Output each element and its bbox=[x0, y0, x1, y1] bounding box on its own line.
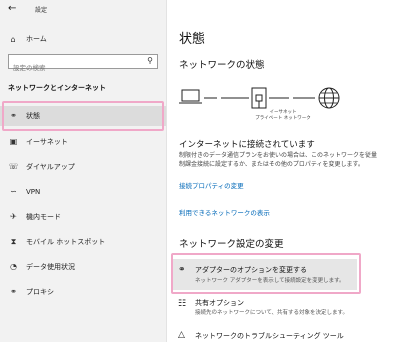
section-title: ネットワークとインターネット bbox=[8, 84, 106, 92]
sharing-options-button[interactable]: ☷ 共有オプション 接続先のネットワークについて、共有する対象を決定します。 bbox=[173, 296, 357, 320]
sidebar-item-label: イーサネット bbox=[26, 138, 68, 146]
connection-description-line2: 制課金接続に設定するか、またはその他のプロパティを変更します。 bbox=[179, 161, 364, 168]
home-label: ホーム bbox=[26, 35, 47, 43]
network-profile: プライベート ネットワーク bbox=[255, 116, 311, 121]
ethernet-icon: ▣ bbox=[9, 137, 18, 146]
adapter-highlight-frame bbox=[171, 253, 361, 294]
page-title: 状態 bbox=[179, 32, 206, 47]
search-icon[interactable]: ⚲ bbox=[147, 56, 153, 65]
ethernet-port-icon bbox=[251, 87, 267, 109]
troubleshooter-title: ネットワークのトラブルシューティング ツール bbox=[195, 332, 344, 340]
sidebar-item-label: プロキシ bbox=[26, 288, 54, 296]
sidebar-item-label: ダイヤルアップ bbox=[26, 163, 75, 171]
status-highlight-frame bbox=[2, 101, 164, 131]
show-available-networks-link[interactable]: 利用できるネットワークの表示 bbox=[179, 207, 270, 217]
network-label: イーサネット プライベート ネットワーク bbox=[238, 110, 328, 122]
network-status-heading: ネットワークの状態 bbox=[179, 60, 265, 71]
connection-status: インターネットに接続されています bbox=[179, 140, 315, 150]
connection-description-line1: 制限付きのデータ通信プランをお使いの場合は、このネットワークを従量 bbox=[179, 152, 378, 159]
sidebar-item-ethernet[interactable]: ▣ イーサネット bbox=[0, 132, 166, 152]
sidebar-item-mobile-hotspot[interactable]: ⧗ モバイル ホットスポット bbox=[0, 232, 166, 252]
home-icon: ⌂ bbox=[10, 34, 16, 44]
sidebar-item-proxy[interactable]: ⚭ プロキシ bbox=[0, 282, 166, 302]
troubleshooter-button[interactable]: △ ネットワークのトラブルシューティング ツール bbox=[173, 327, 357, 342]
sidebar-item-vpn[interactable]: ∽ VPN bbox=[0, 182, 166, 202]
sharing-icon: ☷ bbox=[178, 299, 187, 309]
sidebar-item-label: データ使用状況 bbox=[26, 263, 75, 271]
back-arrow-icon[interactable]: ← bbox=[8, 3, 16, 14]
search-box[interactable]: ⚲ bbox=[8, 54, 158, 75]
search-input[interactable] bbox=[9, 61, 139, 75]
internet-globe-icon bbox=[318, 87, 340, 109]
sidebar-item-airplane-mode[interactable]: ✈ 機内モード bbox=[0, 207, 166, 227]
sharing-options-title: 共有オプション bbox=[195, 299, 244, 307]
network-settings-heading: ネットワーク設定の変更 bbox=[179, 239, 284, 250]
sidebar-item-label: 機内モード bbox=[26, 213, 61, 221]
sidebar-item-label: モバイル ホットスポット bbox=[26, 238, 106, 246]
title-bar: ← 設定 bbox=[0, 0, 167, 20]
globe-icon: ⚭ bbox=[10, 287, 17, 296]
app-title: 設定 bbox=[35, 7, 48, 14]
sidebar: ← 設定 ⌂ ホーム ⚲ ネットワークとインターネット ⚭ 状態 ▣ イーサネッ… bbox=[0, 0, 167, 342]
sidebar-item-dialup[interactable]: ☏ ダイヤルアップ bbox=[0, 157, 166, 177]
main-content: 状態 ネットワークの状態 イーサネット プライベート ネットワーク インターネッ… bbox=[168, 0, 400, 342]
change-connection-properties-link[interactable]: 接続プロパティの変更 bbox=[179, 180, 244, 190]
computer-icon bbox=[179, 89, 202, 104]
phone-icon: ☏ bbox=[8, 162, 19, 171]
warning-icon: △ bbox=[178, 330, 185, 340]
hotspot-icon: ⧗ bbox=[10, 237, 17, 246]
data-usage-icon: ◔ bbox=[10, 262, 17, 271]
airplane-icon: ✈ bbox=[10, 212, 17, 221]
sidebar-item-label: VPN bbox=[26, 188, 41, 196]
sidebar-item-home[interactable]: ⌂ ホーム bbox=[8, 33, 47, 45]
sidebar-item-data-usage[interactable]: ◔ データ使用状況 bbox=[0, 257, 166, 277]
sharing-options-description: 接続先のネットワークについて、共有する対象を決定します。 bbox=[195, 310, 349, 316]
vpn-icon: ∽ bbox=[10, 187, 17, 196]
